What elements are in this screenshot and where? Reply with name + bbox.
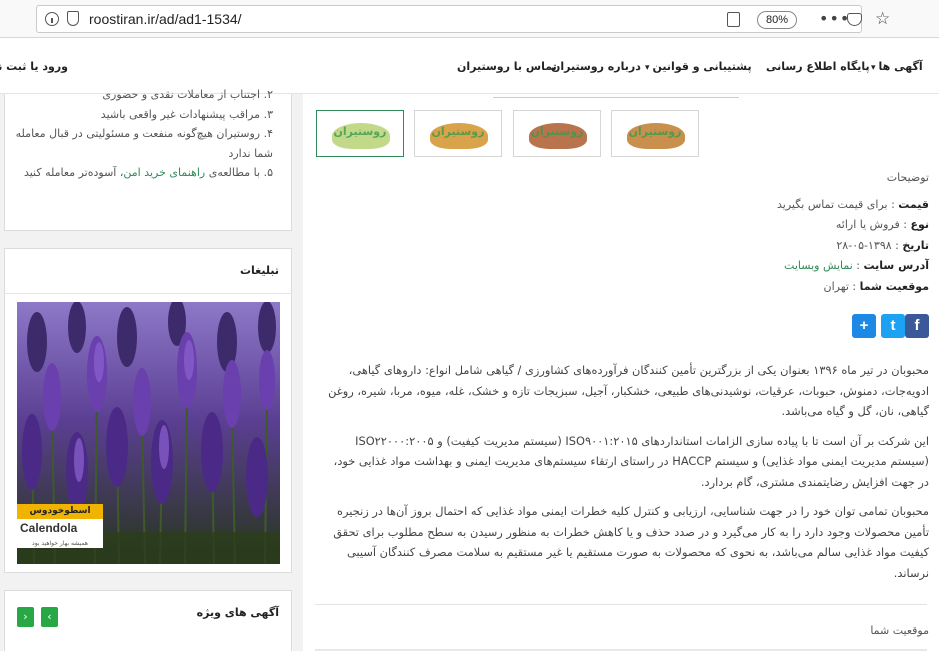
tip-item: ۳. مراقب پیشنهادات غیر واقعی باشید — [100, 107, 273, 121]
gallery-thumbnail[interactable]: روستیران — [414, 110, 502, 157]
featured-ads-box: آگهی های ویژه ‹ › — [4, 590, 292, 651]
calendola-logo: اسطوخودوس Calendola همیشه بهار خواهید بو… — [17, 504, 103, 548]
browser-toolbar: roostiran.ir/ad/ad1-1534/ 80% ••• ☆ — [0, 0, 939, 38]
nav-about[interactable]: درباره روستیران — [551, 60, 641, 73]
thumbnail-watermark: روستیران — [431, 125, 485, 138]
detail-value: تهران — [823, 279, 849, 293]
nav-support-label: پشتیبانی و قوانین — [652, 60, 752, 73]
section-title: توضیحات — [886, 171, 929, 184]
safety-tips-box: ۲. اجتناب از معاملات نقدی و حضوری ۳. مرا… — [4, 88, 292, 231]
gallery-thumbnail[interactable]: روستیران — [611, 110, 699, 157]
safety-tips-list: ۲. اجتناب از معاملات نقدی و حضوری ۳. مرا… — [5, 85, 291, 183]
gallery-thumbnail[interactable]: روستیران — [513, 110, 601, 157]
nav-login[interactable]: ورود یا ثبت نام — [0, 60, 68, 73]
thumbnail-watermark: روستیران — [333, 125, 387, 138]
nav-contact[interactable]: تماس با روستیران — [457, 60, 557, 73]
detail-type: نوع : فروش یا ارائه — [835, 218, 929, 231]
tracking-shield-icon[interactable] — [67, 11, 79, 26]
ads-box: تبلیغات اسطوخودوس Calendola همیشه بهار خ… — [4, 248, 292, 573]
thumbnail-watermark: روستیران — [530, 125, 584, 138]
tip-item: ۲. اجتناب از معاملات نقدی و حضوری — [102, 88, 273, 101]
description-paragraph: این شرکت بر آن است تا با پیاده سازی الزا… — [333, 433, 929, 489]
detail-value: ۱۳۹۸-۰۵-۲۸ — [836, 238, 892, 252]
carousel-prev-button[interactable]: › — [17, 607, 34, 627]
info-icon[interactable] — [45, 12, 59, 26]
tip-text: ۵. با مطالعه‌ی — [208, 166, 273, 179]
detail-label: تاریخ — [902, 238, 929, 252]
banner-tag: اسطوخودوس — [17, 504, 103, 519]
ad-banner-lavender[interactable]: اسطوخودوس Calendola همیشه بهار خواهید بو… — [17, 302, 280, 564]
addthis-share-icon[interactable]: + — [852, 314, 876, 338]
detail-location: موقعیت شما : تهران — [823, 279, 929, 293]
divider — [5, 293, 291, 294]
detail-label: قیمت — [898, 197, 929, 211]
divider — [315, 604, 927, 605]
description-paragraph: محبوبان در تیر ماه ۱۳۹۶ بعنوان یکی از بز… — [328, 363, 929, 418]
page-actions-icon[interactable]: ••• — [819, 9, 850, 28]
safe-buying-guide-link[interactable]: راهنمای خرید امن — [123, 166, 205, 179]
facebook-share-icon[interactable]: f — [905, 314, 929, 338]
nav-info-base[interactable]: پایگاه اطلاع رسانی — [766, 60, 870, 73]
thumbnail-watermark: روستیران — [628, 125, 682, 138]
featured-title: آگهی های ویژه — [196, 606, 279, 619]
pocket-icon[interactable] — [847, 13, 862, 26]
ad-details: توضیحات قیمت : برای قیمت تماس بگیرید نوع… — [777, 168, 929, 297]
chevron-down-icon: ▾ — [645, 63, 650, 73]
nav-ads[interactable]: ▾ آگهی ها — [871, 60, 923, 73]
website-link[interactable]: نمایش وبسایت — [784, 259, 853, 272]
tip-item: ۴. روستیران هیچ‌گونه منفعت و مسئولیتی در… — [15, 127, 273, 160]
gallery-main-image-edge — [493, 94, 739, 98]
banner-slogan: همیشه بهار خواهید بود — [32, 540, 88, 547]
reader-view-icon[interactable] — [727, 12, 740, 27]
ad-detail-panel: روستیران روستیران روستیران روستیران توضی… — [303, 94, 939, 651]
zoom-level-badge[interactable]: 80% — [757, 11, 797, 29]
detail-date: تاریخ : ۱۳۹۸-۰۵-۲۸ — [836, 238, 929, 252]
tip-item: ۵. با مطالعه‌ی راهنمای خرید امن، آسوده‌ت… — [11, 163, 273, 183]
detail-value: برای قیمت تماس بگیرید — [776, 197, 888, 211]
gallery-thumbnail-active[interactable]: روستیران — [316, 110, 404, 157]
detail-price: قیمت : برای قیمت تماس بگیرید — [776, 197, 929, 211]
chevron-down-icon: ▾ — [871, 63, 876, 73]
address-bar[interactable]: roostiran.ir/ad/ad1-1534/ 80% ••• ☆ — [36, 5, 890, 33]
tip-text: ، آسوده‌تر معامله کنید — [23, 166, 124, 179]
ads-title: تبلیغات — [240, 264, 279, 277]
ad-description: محبوبان در تیر ماه ۱۳۹۶ بعنوان یکی از بز… — [325, 360, 929, 592]
detail-label: نوع — [910, 218, 929, 231]
carousel-next-button[interactable]: ‹ — [41, 607, 58, 627]
detail-label: آدرس سایت — [863, 259, 929, 272]
detail-value: فروش یا ارائه — [835, 218, 900, 231]
detail-label: موقعیت شما — [859, 279, 929, 293]
bookmark-star-icon[interactable]: ☆ — [875, 9, 890, 29]
twitter-share-icon[interactable]: t — [881, 314, 905, 338]
location-section-title: موقعیت شما — [870, 624, 929, 637]
nav-support[interactable]: ▾ پشتیبانی و قوانین — [645, 60, 752, 73]
detail-site: آدرس سایت : نمایش وبسایت — [784, 259, 929, 272]
nav-ads-label: آگهی ها — [878, 60, 923, 73]
share-buttons: + t f — [847, 314, 929, 338]
description-paragraph: محبوبان تمامی توان خود را در جهت شناسایی… — [333, 504, 929, 580]
url-text[interactable]: roostiran.ir/ad/ad1-1534/ — [89, 11, 242, 27]
